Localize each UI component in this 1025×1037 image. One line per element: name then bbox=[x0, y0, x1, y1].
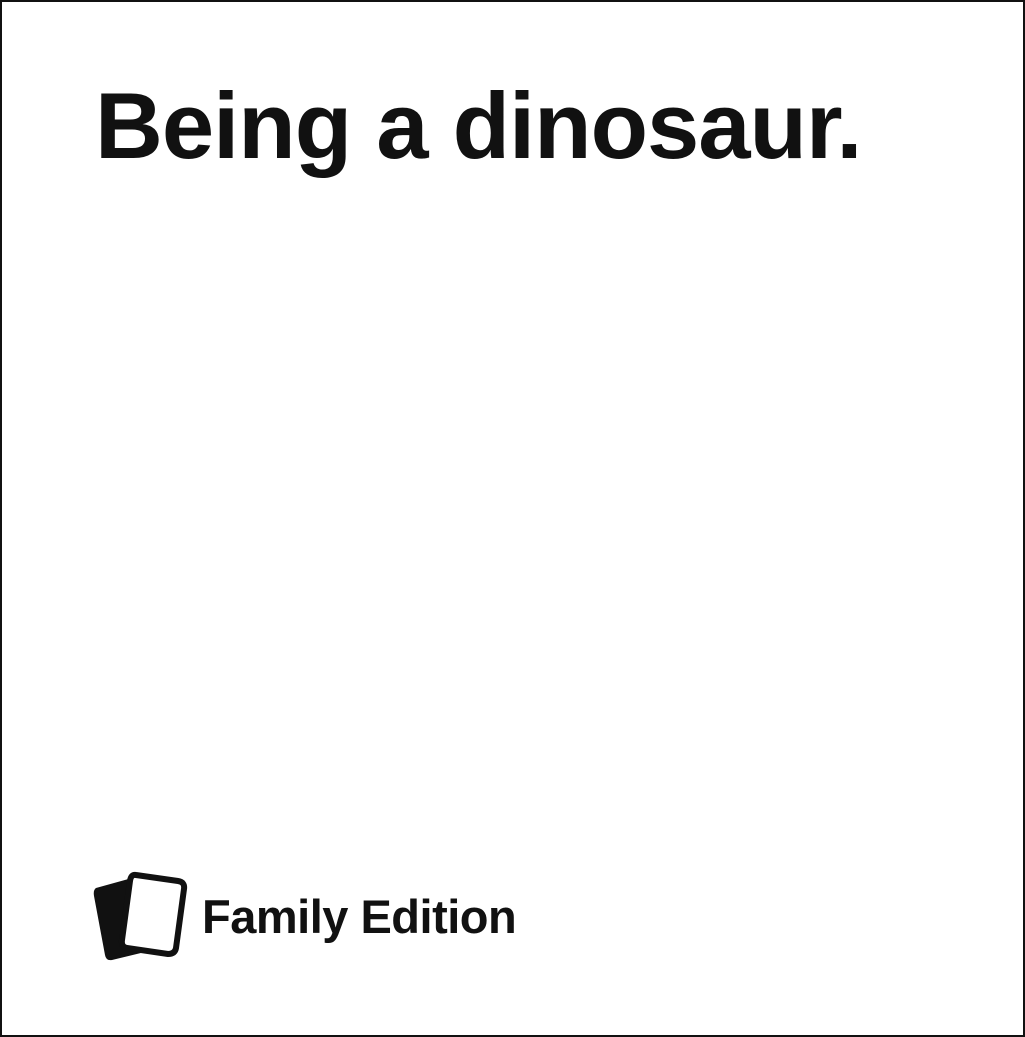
card-text: Being a dinosaur. bbox=[95, 73, 862, 178]
edition-label: Family Edition bbox=[202, 889, 517, 943]
stacked-cards-icon bbox=[93, 871, 188, 961]
edition-badge: Family Edition bbox=[92, 868, 517, 964]
game-card: Being a dinosaur. Family Edition bbox=[0, 0, 1025, 1037]
